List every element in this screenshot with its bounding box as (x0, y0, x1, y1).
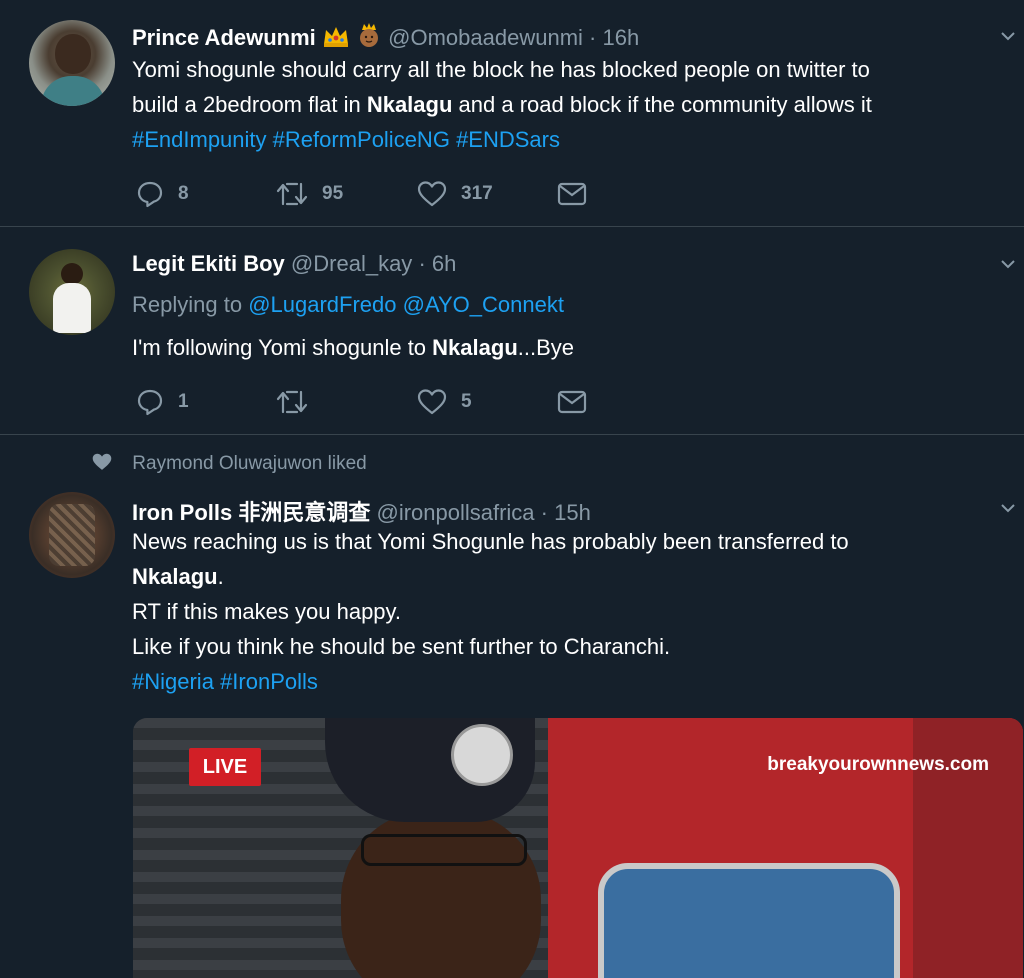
heart-icon (417, 181, 447, 207)
avatar[interactable] (29, 20, 115, 106)
avatar[interactable] (29, 249, 115, 335)
display-name[interactable]: Prince Adewunmi (132, 25, 316, 50)
retweet-icon (276, 182, 308, 206)
tweet[interactable]: Prince Adewunmi @Omobaadewunmi · 16h Yom… (0, 0, 1024, 226)
police-emblem (598, 863, 900, 978)
retweet-icon (276, 390, 308, 414)
share-button[interactable] (557, 390, 587, 414)
cap-badge-icon (451, 724, 513, 786)
text-segment: I'm following Yomi shogunle to (132, 335, 433, 360)
text-segment: and a road block if the community allows… (452, 92, 872, 117)
heart-icon (417, 389, 447, 415)
crown-emoji-icon (322, 24, 350, 54)
highlight-word: Nkalagu (132, 564, 218, 589)
officer-glasses (361, 834, 527, 866)
avatar-head (55, 34, 91, 74)
user-handle[interactable]: @Omobaadewunmi (388, 25, 583, 50)
hashtag-link[interactable]: #ENDSars (456, 127, 560, 152)
replying-to: Replying to @LugardFredo @AYO_Connekt (132, 287, 1012, 322)
text-segment: . (217, 564, 224, 589)
reply-icon (137, 181, 163, 208)
hashtag-line: #EndImpunity #ReformPoliceNG #ENDSars (132, 122, 1012, 157)
chevron-down-icon[interactable] (1000, 28, 1016, 44)
like-count: 317 (461, 183, 493, 204)
tweet-text-line: News reaching us is that Yomi Shogunle h… (132, 529, 849, 554)
hashtag-link[interactable]: #IronPolls (220, 669, 318, 694)
hashtag-link[interactable]: #ReformPoliceNG (273, 127, 450, 152)
tweet-header: Prince Adewunmi @Omobaadewunmi · 16h (132, 22, 639, 54)
chevron-down-icon[interactable] (1000, 256, 1016, 272)
highlight-word: Nkalagu (366, 92, 453, 117)
chevron-down-icon[interactable] (1000, 500, 1016, 516)
retweet-button[interactable]: 95 (276, 180, 343, 208)
reply-count: 8 (178, 183, 189, 204)
like-count: 5 (461, 391, 472, 412)
mail-icon (557, 390, 587, 414)
share-button[interactable] (557, 182, 587, 206)
tweet-text-line: build a 2bedroom flat in Nkalagu and a r… (132, 87, 1012, 122)
mention-link[interactable]: @AYO_Connekt (403, 292, 564, 317)
mail-icon (557, 182, 587, 206)
prince-emoji-icon (356, 22, 382, 54)
avatar-body (53, 283, 91, 333)
heart-filled-icon (92, 453, 112, 470)
avatar-shirt (41, 76, 105, 106)
tweet-media-image[interactable]: LIVE breakyourownnews.com (133, 718, 1023, 978)
avatar[interactable] (29, 492, 115, 578)
social-context: Raymond Oluwajuwon liked (91, 452, 367, 475)
retweet-button[interactable] (276, 388, 322, 416)
highlight-word: Nkalagu (432, 335, 518, 360)
tweet-time[interactable]: · 6h (418, 251, 456, 276)
tweet-text-line: Yomi shogunle should carry all the block… (132, 57, 870, 82)
reply-button[interactable]: 8 (136, 180, 189, 208)
hashtag-link[interactable]: #Nigeria (132, 669, 214, 694)
text-segment: build a 2bedroom flat in (132, 92, 367, 117)
display-name[interactable]: Iron Polls 非洲民意调查 (132, 500, 370, 525)
display-name[interactable]: Legit Ekiti Boy (132, 251, 285, 276)
user-handle[interactable]: @ironpollsafrica (376, 500, 534, 525)
avatar-image (49, 504, 95, 566)
live-badge: LIVE (189, 748, 261, 786)
avatar-head (61, 263, 83, 285)
tweet-time[interactable]: · 16h (589, 25, 639, 50)
reply-count: 1 (178, 391, 189, 412)
reply-icon (137, 389, 163, 416)
mention-link[interactable]: @LugardFredo (248, 292, 396, 317)
tweet-text-line: RT if this makes you happy. (132, 599, 402, 624)
tweet-text: I'm following Yomi shogunle to Nkalagu..… (132, 330, 1012, 365)
media-watermark: breakyourownnews.com (767, 754, 989, 775)
tweet-text: News reaching us is that Yomi Shogunle h… (132, 524, 1012, 699)
replying-prefix: Replying to (132, 292, 249, 317)
tweet-text-line: Like if you think he should be sent furt… (132, 634, 671, 659)
like-button[interactable]: 5 (417, 388, 472, 416)
tweet-text: Yomi shogunle should carry all the block… (132, 52, 1012, 157)
tweet-time[interactable]: · 15h (541, 500, 591, 525)
tweet-header: Iron Polls 非洲民意调查 @ironpollsafrica · 15h (132, 495, 591, 527)
like-button[interactable]: 317 (417, 180, 493, 208)
hashtag-link[interactable]: #EndImpunity (132, 127, 267, 152)
user-handle[interactable]: @Dreal_kay (291, 251, 412, 276)
tweet-text-line: Nkalagu. (132, 559, 1012, 594)
text-segment: ...Bye (517, 335, 575, 360)
tweet-header: Legit Ekiti Boy @Dreal_kay · 6h (132, 251, 456, 277)
hashtag-line: #Nigeria #IronPolls (132, 664, 1012, 699)
reply-button[interactable]: 1 (136, 388, 189, 416)
retweet-count: 95 (322, 183, 344, 204)
tweet[interactable]: Legit Ekiti Boy @Dreal_kay · 6h Replying… (0, 227, 1024, 434)
social-context-text[interactable]: Raymond Oluwajuwon liked (132, 453, 366, 474)
